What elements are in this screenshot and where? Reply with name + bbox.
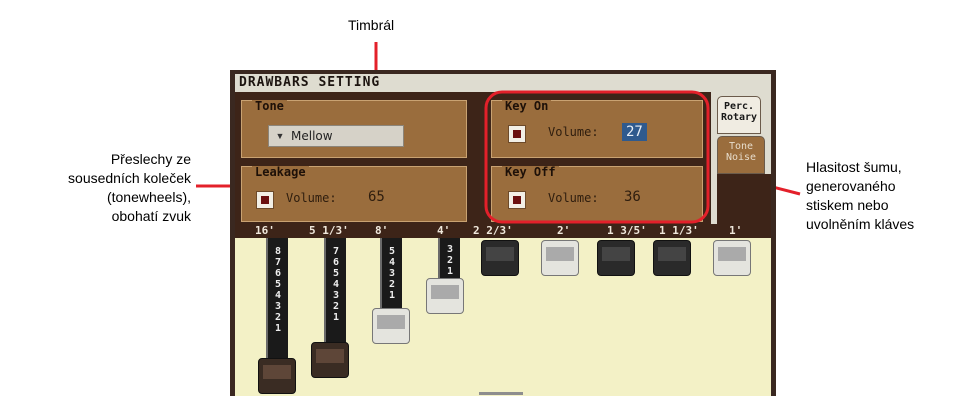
noise-highlight-box xyxy=(484,90,710,224)
highlight-boxes xyxy=(484,90,710,224)
